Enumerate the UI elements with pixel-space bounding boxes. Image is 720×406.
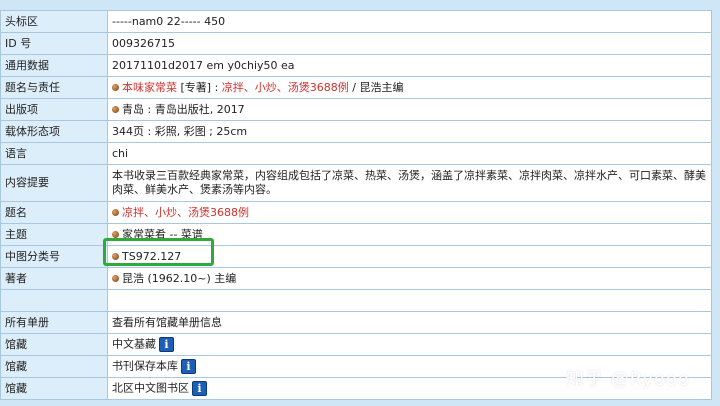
catalog-record-table: 头标区 -----nam0 22----- 450 ID 号 009326715… [0,10,712,400]
field-value: 中文基藏 i [107,333,712,356]
classification-highlight-box [103,238,214,266]
field-label: 题名与责任 [0,76,108,99]
info-icon[interactable]: i [181,359,196,374]
field-label: ID 号 [0,32,108,55]
title-type: [专著] : [177,80,222,94]
bullet-icon [112,84,119,91]
record-row-header: 头标区 -----nam0 22----- 450 [0,10,712,33]
holding-link[interactable]: 书刊保存本库 [112,360,178,373]
field-value: -----nam0 22----- 450 [107,10,712,33]
field-label: 所有单册 [0,311,108,334]
field-value-empty [107,289,712,312]
bullet-icon [112,231,119,238]
record-row-holding: 馆藏 中文基藏 i [0,333,712,356]
record-row-spacer [0,289,712,312]
subtitle-link[interactable]: 凉拌、小炒、汤煲3688例 [222,81,349,94]
field-label: 头标区 [0,10,108,33]
field-label: 载体形态项 [0,120,108,143]
field-label: 馆藏 [0,355,108,378]
field-label: 语言 [0,142,108,165]
field-label: 内容提要 [0,164,108,202]
field-value: 20171101d2017 em y0chiy50 ea [107,54,712,77]
record-row-all-items: 所有单册 查看所有馆藏单册信息 [0,311,712,334]
all-items-link[interactable]: 查看所有馆藏单册信息 [112,316,222,329]
catalog-record-page: 头标区 -----nam0 22----- 450 ID 号 009326715… [0,0,720,406]
record-row-publication: 出版项 青岛 : 青岛出版社, 2017 [0,98,712,121]
bullet-icon [112,209,119,216]
field-value: 009326715 [107,32,712,55]
field-label: 馆藏 [0,377,108,400]
field-value: 昆浩 (1962.10~) 主编 [107,267,712,290]
watermark-text: 知乎 @Ryooo [566,369,690,390]
holding-link[interactable]: 北区中文图书区 [112,382,189,395]
responsibility-text: / 昆浩主编 [348,80,404,94]
title-link[interactable]: 本味家常菜 [122,81,177,94]
publication-link[interactable]: 青岛 : 青岛出版社, 2017 [122,103,245,116]
title-search-link[interactable]: 凉拌、小炒、汤煲3688例 [122,206,249,219]
field-value: 凉拌、小炒、汤煲3688例 [107,201,712,224]
field-label: 著者 [0,267,108,290]
record-row-title-responsibility: 题名与责任 本味家常菜 [专著] : 凉拌、小炒、汤煲3688例 / 昆浩主编 [0,76,712,99]
bullet-icon [112,275,119,282]
field-label: 题名 [0,201,108,224]
field-value: 查看所有馆藏单册信息 [107,311,712,334]
field-value: 青岛 : 青岛出版社, 2017 [107,98,712,121]
field-label: 中图分类号 [0,245,108,268]
field-label: 馆藏 [0,333,108,356]
field-value: chi [107,142,712,165]
field-label: 主题 [0,223,108,246]
record-row-summary: 内容提要 本书收录三百款经典家常菜，内容组成包括了凉菜、热菜、汤煲，涵盖了凉拌素… [0,164,712,202]
field-value: 本味家常菜 [专著] : 凉拌、小炒、汤煲3688例 / 昆浩主编 [107,76,712,99]
field-label: 通用数据 [0,54,108,77]
field-value: 344页 : 彩照, 彩图 ; 25cm [107,120,712,143]
record-row-general-data: 通用数据 20171101d2017 em y0chiy50 ea [0,54,712,77]
field-value: 本书收录三百款经典家常菜，内容组成包括了凉菜、热菜、汤煲，涵盖了凉拌素菜、凉拌肉… [107,164,712,202]
field-label-empty [0,289,108,312]
record-row-language: 语言 chi [0,142,712,165]
record-row-id: ID 号 009326715 [0,32,712,55]
bullet-icon [112,106,119,113]
field-label: 出版项 [0,98,108,121]
author-link[interactable]: 昆浩 (1962.10~) 主编 [122,272,236,285]
record-row-physical: 载体形态项 344页 : 彩照, 彩图 ; 25cm [0,120,712,143]
holding-link[interactable]: 中文基藏 [112,338,156,351]
info-icon[interactable]: i [192,381,207,396]
record-row-author: 著者 昆浩 (1962.10~) 主编 [0,267,712,290]
info-icon[interactable]: i [159,337,174,352]
record-row-title: 题名 凉拌、小炒、汤煲3688例 [0,201,712,224]
